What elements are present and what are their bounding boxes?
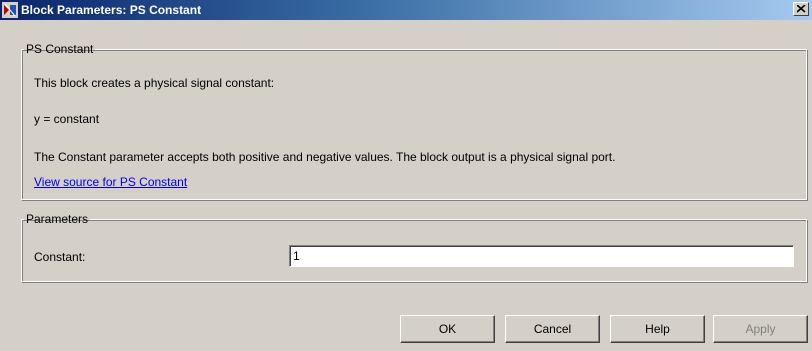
ok-button[interactable]: OK (400, 315, 495, 343)
description-formula: y = constant (34, 112, 100, 126)
description-line-3: The Constant parameter accepts both posi… (34, 150, 616, 164)
title-bar[interactable]: Block Parameters: PS Constant (0, 0, 812, 20)
window-title: Block Parameters: PS Constant (21, 3, 202, 17)
help-button[interactable]: Help (610, 315, 705, 343)
constant-label: Constant: (34, 250, 86, 264)
close-icon (797, 5, 806, 13)
close-button[interactable] (793, 2, 809, 16)
description-group-legend: PS Constant (26, 42, 94, 56)
parameters-group-legend: Parameters (26, 212, 89, 226)
simulink-block-icon (2, 2, 18, 18)
description-line-1: This block creates a physical signal con… (34, 76, 275, 90)
view-source-link[interactable]: View source for PS Constant (34, 175, 187, 189)
apply-button[interactable]: Apply (713, 315, 808, 343)
cancel-button[interactable]: Cancel (505, 315, 600, 343)
block-parameters-dialog: Block Parameters: PS Constant PS Constan… (0, 0, 812, 351)
constant-input[interactable] (289, 245, 794, 267)
